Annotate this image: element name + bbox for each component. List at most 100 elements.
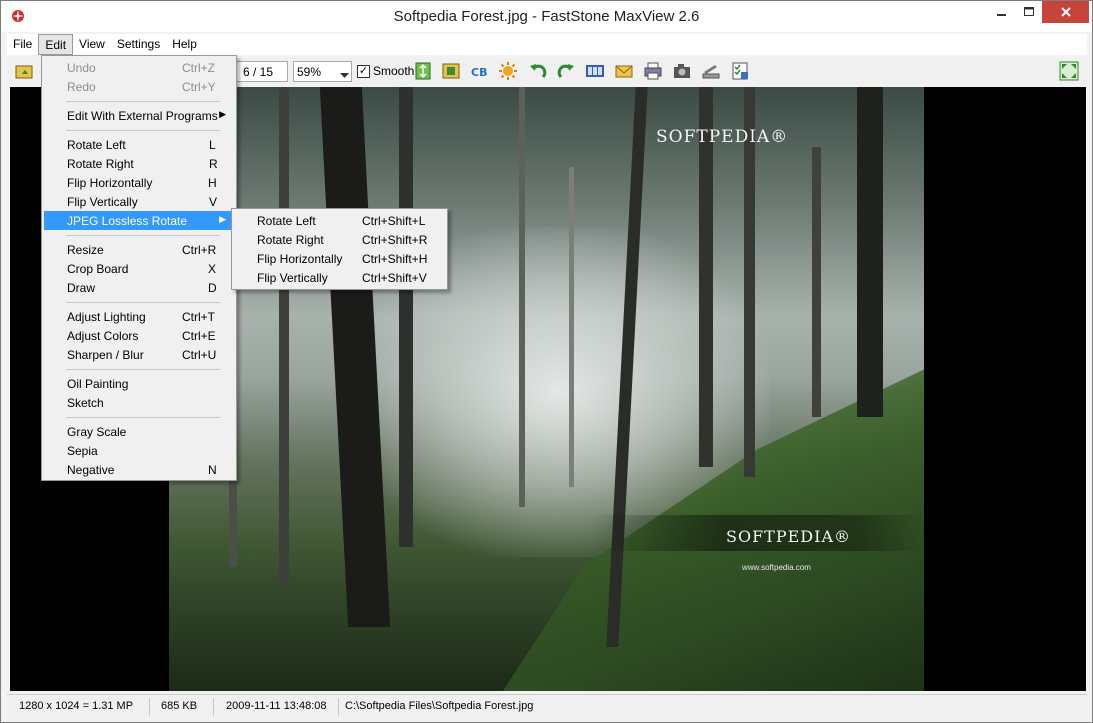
menu-edit[interactable]: Edit xyxy=(38,34,74,55)
menu-item-crop-board[interactable]: Crop Board X xyxy=(44,259,234,278)
menu-item-label: Rotate Left xyxy=(67,138,126,152)
menu-item-shortcut: X xyxy=(208,262,217,276)
rotate-right-icon[interactable] xyxy=(556,61,576,81)
checkmark-icon: ✓ xyxy=(357,64,370,78)
zoom-value: 59% xyxy=(297,65,322,79)
menu-item-label: Edit With External Programs xyxy=(67,109,218,123)
print-icon[interactable] xyxy=(643,61,663,81)
status-filesize: 685 KB xyxy=(161,700,198,712)
menu-item-draw[interactable]: Draw D xyxy=(44,278,234,297)
menu-item-edit-external[interactable]: Edit With External Programs ▶ xyxy=(44,106,234,125)
menu-item-adjust-lighting[interactable]: Adjust Lighting Ctrl+T xyxy=(44,307,234,326)
menu-item-label: Adjust Lighting xyxy=(67,310,146,324)
submenu-item-flip-horizontally[interactable]: Flip Horizontally Ctrl+Shift+H xyxy=(234,249,445,268)
menu-item-shortcut: L xyxy=(209,138,216,152)
email-icon[interactable] xyxy=(614,61,634,81)
maximize-button[interactable] xyxy=(1015,1,1042,23)
menu-item-shortcut: Ctrl+Z xyxy=(182,61,215,75)
menu-item-redo[interactable]: Redo Ctrl+Y xyxy=(44,77,234,96)
status-bar: 1280 x 1024 = 1.31 MP 685 KB 2009-11-11 … xyxy=(7,694,1087,718)
menu-item-shortcut: Ctrl+Shift+R xyxy=(362,233,428,247)
menu-item-flip-vertically[interactable]: Flip Vertically V xyxy=(44,192,234,211)
menu-item-shortcut: V xyxy=(209,195,218,209)
menu-item-label: Rotate Right xyxy=(67,157,134,171)
svg-text:CB: CB xyxy=(471,66,487,79)
menu-item-shortcut: R xyxy=(209,157,218,171)
menu-item-shortcut: D xyxy=(208,281,217,295)
minimize-button[interactable] xyxy=(989,1,1015,23)
actual-size-icon[interactable] xyxy=(441,61,461,81)
menu-item-shortcut: Ctrl+Shift+V xyxy=(362,271,427,285)
slideshow-icon[interactable] xyxy=(585,61,605,81)
menu-file[interactable]: File xyxy=(7,34,38,55)
menu-item-shortcut: H xyxy=(208,176,217,190)
app-window: Softpedia Forest.jpg - FastStone MaxView… xyxy=(0,0,1093,723)
submenu-item-rotate-right[interactable]: Rotate Right Ctrl+Shift+R xyxy=(234,230,445,249)
menu-item-label: Flip Horizontally xyxy=(257,252,343,266)
tree-trunk xyxy=(279,87,289,587)
tree-trunk xyxy=(812,147,821,417)
menu-item-rotate-right[interactable]: Rotate Right R xyxy=(44,154,234,173)
menu-item-sharpen-blur[interactable]: Sharpen / Blur Ctrl+U xyxy=(44,345,234,364)
menu-item-label: JPEG Lossless Rotate xyxy=(67,214,188,228)
menu-item-shortcut: Ctrl+R xyxy=(182,243,217,257)
menu-item-jpeg-lossless-rotate[interactable]: JPEG Lossless Rotate ▶ xyxy=(44,211,234,230)
menu-item-resize[interactable]: Resize Ctrl+R xyxy=(44,240,234,259)
menu-item-shortcut: Ctrl+E xyxy=(182,329,216,343)
cb-compare-icon[interactable]: CB xyxy=(469,61,489,81)
tree-trunk xyxy=(857,87,883,417)
zoom-select[interactable]: 59% xyxy=(293,61,352,82)
menu-item-sketch[interactable]: Sketch xyxy=(44,393,234,412)
menu-item-sepia[interactable]: Sepia xyxy=(44,441,234,460)
menu-item-label: Redo xyxy=(67,80,96,94)
chevron-down-icon xyxy=(340,68,349,82)
menu-separator xyxy=(66,369,220,370)
menu-separator xyxy=(66,130,220,131)
menu-view[interactable]: View xyxy=(73,34,111,55)
close-button[interactable] xyxy=(1042,1,1089,23)
menu-item-label: Undo xyxy=(67,61,96,75)
watermark-bottom: SOFTPEDIA® xyxy=(726,527,851,546)
brightness-icon[interactable] xyxy=(498,61,518,81)
menu-item-adjust-colors[interactable]: Adjust Colors Ctrl+E xyxy=(44,326,234,345)
fit-height-icon[interactable] xyxy=(413,61,433,81)
smooth-checkbox[interactable]: ✓ Smooth xyxy=(357,64,414,78)
menu-separator xyxy=(66,235,220,236)
menu-item-flip-horizontally[interactable]: Flip Horizontally H xyxy=(44,173,234,192)
watermark-top: SOFTPEDIA® xyxy=(656,127,789,147)
menu-bar: File Edit View Settings Help xyxy=(7,34,1087,55)
menu-item-label: Negative xyxy=(67,463,115,477)
menu-item-oil-painting[interactable]: Oil Painting xyxy=(44,374,234,393)
jpeg-lossless-submenu: Rotate Left Ctrl+Shift+L Rotate Right Ctrl… xyxy=(231,208,448,290)
menu-item-label: Gray Scale xyxy=(67,425,127,439)
submenu-item-flip-vertically[interactable]: Flip Vertically Ctrl+Shift+V xyxy=(234,268,445,287)
menu-item-gray-scale[interactable]: Gray Scale xyxy=(44,422,234,441)
fullscreen-icon[interactable] xyxy=(1059,61,1079,81)
rotate-left-icon[interactable] xyxy=(528,61,548,81)
menu-item-shortcut: Ctrl+U xyxy=(182,348,217,362)
forest-photo: SOFTPEDIA® SOFTPEDIA® www.softpedia.com xyxy=(169,87,924,691)
menu-item-shortcut: N xyxy=(208,463,217,477)
menu-item-label: Sepia xyxy=(67,444,98,458)
menu-item-undo[interactable]: Undo Ctrl+Z xyxy=(44,58,234,77)
submenu-arrow-icon: ▶ xyxy=(219,214,226,224)
submenu-arrow-icon: ▶ xyxy=(219,109,226,119)
menu-item-shortcut: Ctrl+T xyxy=(182,310,215,324)
page-counter-field[interactable]: 6 / 15 xyxy=(235,61,288,82)
menu-help[interactable]: Help xyxy=(166,34,203,55)
menu-item-label: Flip Vertically xyxy=(257,271,328,285)
camera-icon[interactable] xyxy=(672,61,692,81)
menu-item-shortcut: Ctrl+Y xyxy=(182,80,216,94)
menu-item-negative[interactable]: Negative N xyxy=(44,460,234,479)
menu-item-label: Rotate Right xyxy=(257,233,324,247)
tree-trunk xyxy=(399,87,413,547)
scanner-icon[interactable] xyxy=(701,61,721,81)
menu-item-rotate-left[interactable]: Rotate Left L xyxy=(44,135,234,154)
status-divider xyxy=(149,698,150,716)
menu-item-label: Sketch xyxy=(67,396,104,410)
settings-checklist-icon[interactable] xyxy=(730,61,750,81)
menu-settings[interactable]: Settings xyxy=(111,34,166,55)
open-folder-icon[interactable] xyxy=(14,61,34,81)
submenu-item-rotate-left[interactable]: Rotate Left Ctrl+Shift+L xyxy=(234,211,445,230)
edit-menu: Undo Ctrl+Z Redo Ctrl+Y Edit With External… xyxy=(41,55,237,481)
